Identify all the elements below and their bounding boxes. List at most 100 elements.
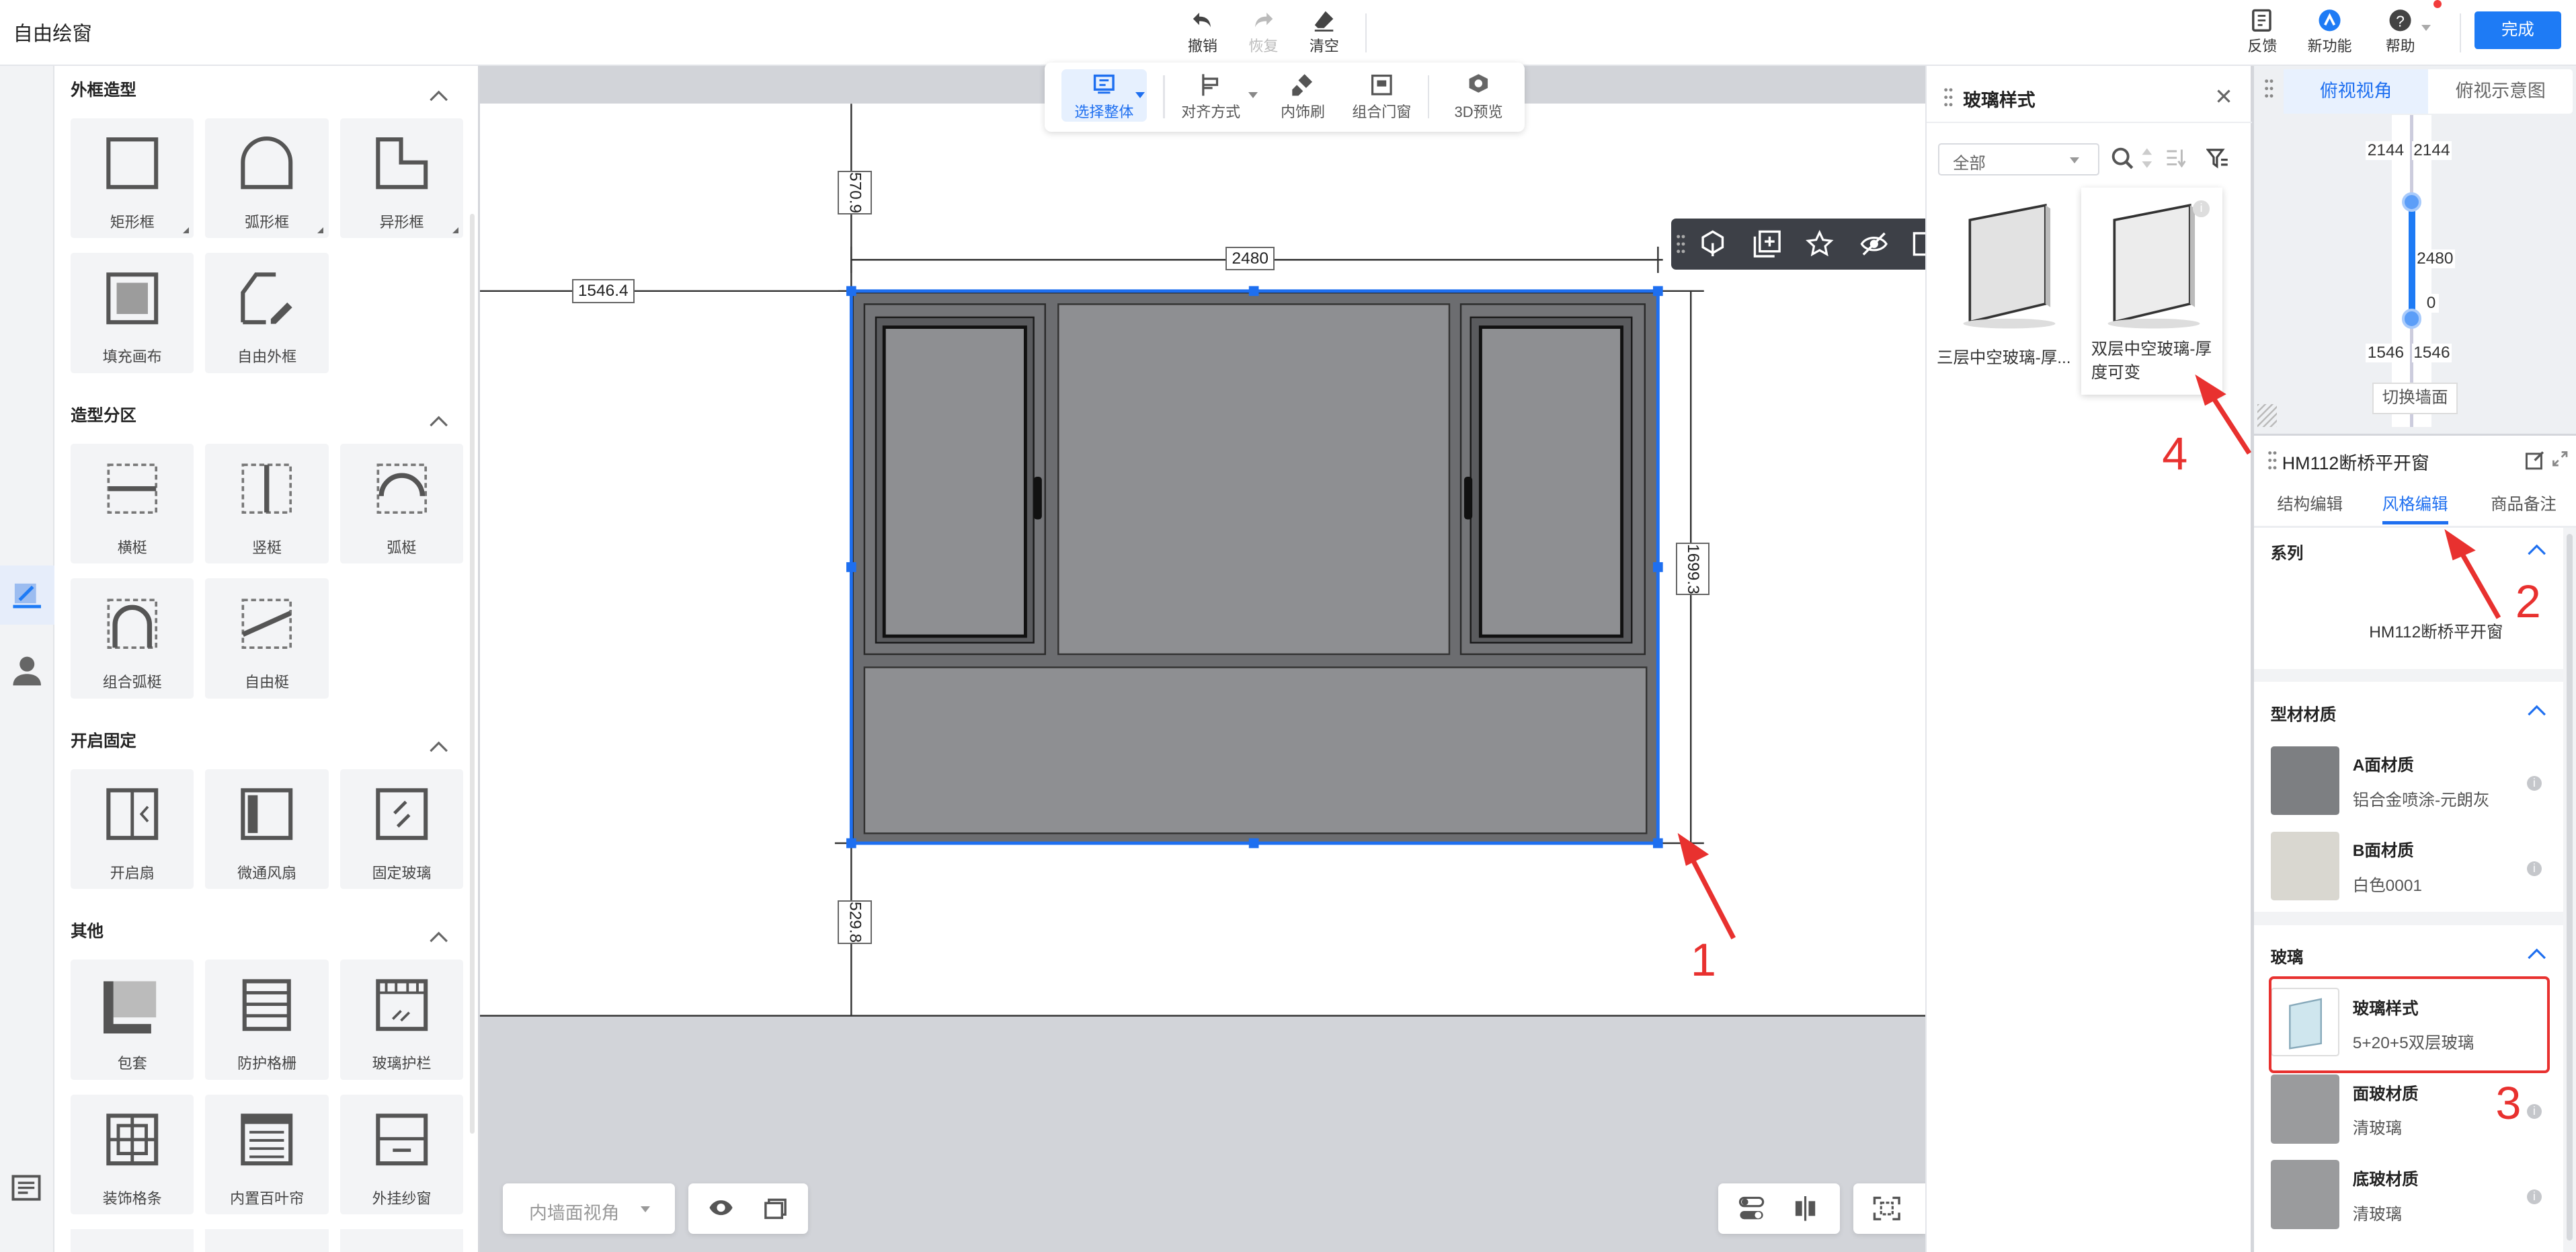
align-dropdown-icon[interactable]	[1248, 91, 1258, 98]
tile-combo-arc[interactable]: 组合弧梃	[71, 578, 194, 699]
close-icon[interactable]	[2216, 89, 2231, 104]
copy-add-icon[interactable]	[1753, 230, 1781, 258]
tile-label: 自由梃	[245, 674, 290, 691]
collapse-icon[interactable]	[429, 414, 448, 428]
switch-wall-button[interactable]: 切换墙面	[2372, 383, 2458, 414]
search-icon[interactable]	[2111, 147, 2134, 169]
tile-label: 内置百叶帘	[230, 1189, 305, 1207]
minimap-label: 2480	[2415, 249, 2455, 269]
trim-brush-button[interactable]: 内饰刷	[1265, 73, 1340, 122]
help-dropdown-icon[interactable]	[2421, 24, 2431, 31]
dim-bottom-height[interactable]: 529.8	[838, 900, 872, 945]
tab-notes[interactable]: 商品备注	[2491, 492, 2557, 515]
bottom-glass-swatch[interactable]	[2270, 1160, 2340, 1230]
feedback-button[interactable]: 反馈	[2230, 7, 2296, 59]
redo-button[interactable]: 恢复	[1231, 7, 1297, 59]
drag-handle-icon[interactable]	[1943, 87, 1954, 107]
tab-structure[interactable]: 结构编辑	[2277, 492, 2343, 515]
collapse-icon[interactable]	[429, 930, 448, 943]
align-center-icon[interactable]	[1792, 1196, 1818, 1221]
collapse-icon[interactable]	[429, 89, 448, 102]
tab-top-sketch[interactable]: 俯视示意图	[2428, 69, 2573, 114]
fit-screen-icon[interactable]	[1873, 1196, 1901, 1221]
expand-icon[interactable]	[2552, 451, 2568, 467]
layers-icon[interactable]	[11, 1175, 41, 1202]
category-select[interactable]: 全部	[1938, 143, 2099, 176]
collapse-icon[interactable]	[429, 740, 448, 753]
drag-handle-icon[interactable]	[2267, 451, 2278, 470]
dim-height[interactable]: 1699.3	[1675, 542, 1710, 596]
tile-glass-rail[interactable]: 玻璃护栏	[339, 960, 464, 1080]
edit-icon[interactable]	[2525, 451, 2544, 470]
info-icon[interactable]: i	[2526, 775, 2542, 791]
tile-free-frame[interactable]: 自由外框	[205, 253, 329, 373]
info-icon[interactable]: i	[2526, 861, 2542, 876]
tile-rect-frame[interactable]: 矩形框	[71, 118, 194, 239]
tile-builtin-blinds[interactable]: 内置百叶帘	[205, 1094, 329, 1215]
new-features-button[interactable]: 新功能	[2297, 7, 2363, 59]
tile-deco-bars[interactable]: 装饰格条	[71, 1094, 194, 1215]
a-face-swatch[interactable]	[2270, 746, 2340, 816]
clear-button[interactable]: 清空	[1291, 7, 1357, 59]
collapse-icon[interactable]	[2527, 947, 2546, 960]
library-scrollbar[interactable]	[469, 213, 475, 1134]
preview-3d-button[interactable]: 3D预览	[1441, 73, 1516, 122]
sort-list-icon[interactable]	[2165, 148, 2187, 168]
info-icon[interactable]: i	[2193, 200, 2210, 217]
resize-grip[interactable]	[2257, 404, 2278, 428]
toggle-icon[interactable]	[1738, 1196, 1765, 1221]
tile-arc-mullion[interactable]: 弧梃	[339, 443, 464, 564]
tile-vent-sash[interactable]: 微通风扇	[205, 769, 329, 890]
hide-icon[interactable]	[1860, 230, 1888, 258]
dim-left-offset[interactable]: 1546.4	[571, 279, 635, 304]
dim-width[interactable]: 2480	[1225, 246, 1275, 271]
model-3d-icon[interactable]	[1699, 230, 1727, 258]
select-dropdown-icon[interactable]	[1135, 91, 1145, 98]
drag-handle-icon[interactable]	[1676, 233, 1686, 255]
tile-label: 开启扇	[110, 864, 155, 882]
filter-icon[interactable]	[2206, 147, 2229, 169]
glass-item-triple[interactable]: 三层中空玻璃-厚...	[1937, 188, 2078, 434]
info-icon[interactable]: i	[2526, 1189, 2542, 1205]
collapse-icon[interactable]	[2527, 703, 2546, 717]
chevron-down-icon	[2069, 157, 2079, 163]
active-tab-indicator	[2382, 520, 2448, 524]
undo-button[interactable]: 撤销	[1170, 7, 1236, 59]
face-glass-swatch[interactable]	[2270, 1074, 2340, 1144]
tile-transom[interactable]: 横梃	[71, 443, 194, 564]
props-scrollbar[interactable]	[2566, 534, 2573, 1241]
combo-button[interactable]: 组合门窗	[1344, 73, 1419, 122]
tab-style[interactable]: 风格编辑	[2382, 492, 2448, 515]
window-model[interactable]	[846, 286, 1663, 849]
tile-mullion[interactable]: 竖梃	[205, 443, 329, 564]
rail-item-window[interactable]	[0, 565, 54, 625]
help-button[interactable]: ? 帮助	[2368, 7, 2433, 59]
align-button[interactable]: 对齐方式	[1173, 73, 1248, 122]
tile-screen[interactable]: 外挂纱窗	[339, 1094, 464, 1215]
sort-icon[interactable]	[2140, 147, 2154, 169]
glass-item-double[interactable]: i 双层中空玻璃-厚度可变	[2081, 187, 2223, 395]
layers-3d-icon[interactable]	[762, 1195, 789, 1221]
drag-handle-icon[interactable]	[2264, 79, 2274, 98]
collapse-icon[interactable]	[2527, 543, 2546, 556]
tab-top-view[interactable]: 俯视视角	[2284, 69, 2429, 114]
tile-fill-canvas[interactable]: 填充画布	[71, 253, 194, 373]
done-button[interactable]: 完成	[2474, 11, 2562, 50]
user-icon[interactable]	[11, 654, 42, 687]
dim-top-height[interactable]: 570.9	[838, 171, 872, 215]
info-icon[interactable]: i	[2526, 1104, 2542, 1120]
star-icon[interactable]	[1806, 230, 1834, 258]
tile-sash[interactable]: 开启扇	[71, 769, 194, 890]
tile-label: 弧梃	[387, 539, 417, 556]
select-all-button[interactable]: 选择整体	[1061, 69, 1147, 122]
view-select[interactable]: 内墙面视角	[502, 1183, 676, 1235]
b-face-swatch[interactable]	[2270, 831, 2340, 901]
range-handle-bottom[interactable]	[2402, 309, 2422, 329]
tile-free-mullion[interactable]: 自由梃	[205, 578, 329, 699]
tile-fixed-glass[interactable]: 固定玻璃	[339, 769, 464, 890]
tile-arc-frame[interactable]: 弧形框	[205, 118, 329, 239]
tile-casing[interactable]: 包套	[71, 960, 194, 1080]
tile-grille[interactable]: 防护格栅	[205, 960, 329, 1080]
tile-shaped-frame[interactable]: 异形框	[339, 118, 464, 239]
eye-icon[interactable]	[708, 1196, 734, 1219]
